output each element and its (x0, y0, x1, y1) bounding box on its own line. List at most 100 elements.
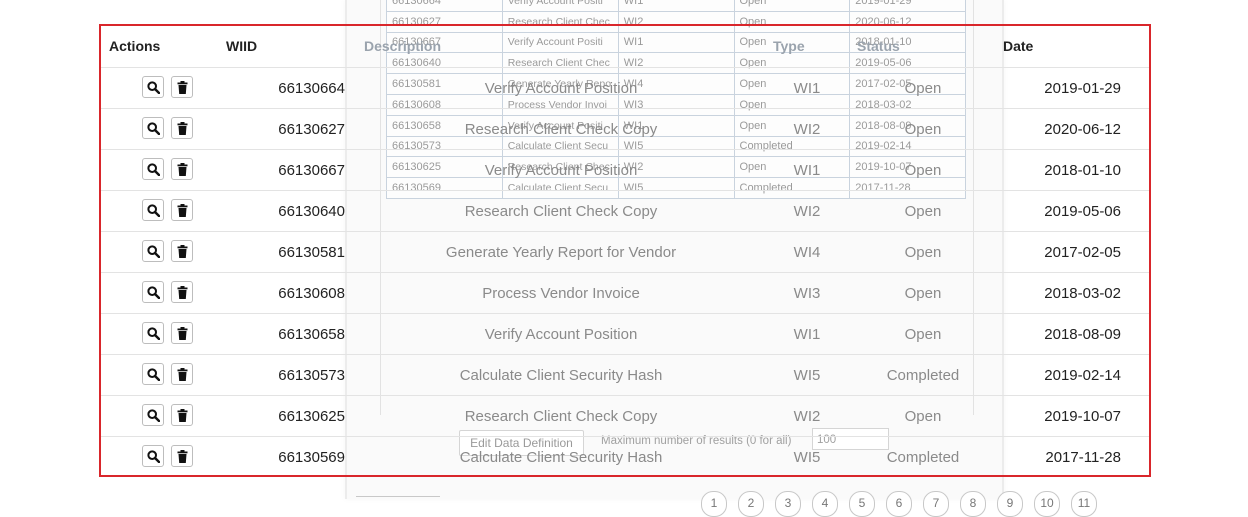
pager-page-button[interactable]: 6 (886, 491, 912, 517)
search-icon (146, 367, 160, 381)
table-row: 66130573 Calculate Client Security Hash WI… (101, 354, 1149, 395)
cell-type: WI1 (793, 326, 821, 343)
row-actions (109, 191, 221, 232)
search-icon (146, 408, 160, 422)
view-button[interactable] (142, 117, 164, 139)
cell-date: 2020-06-12 (1044, 121, 1121, 138)
cell-wiid: 66130658 (278, 326, 345, 343)
row-actions (109, 232, 221, 273)
row-actions (109, 68, 221, 109)
row-actions (109, 150, 221, 191)
cell-date: 2018-08-09 (1044, 326, 1121, 343)
header-description[interactable]: Description (364, 26, 764, 67)
view-button[interactable] (142, 240, 164, 262)
cell-wiid: 66130640 (278, 203, 345, 220)
pager-page-button[interactable]: 10 (1034, 491, 1060, 517)
delete-button[interactable] (171, 158, 193, 180)
cell-wiid: 66130569 (278, 449, 345, 466)
table-row: 66130581 Generate Yearly Report for Vendo… (101, 231, 1149, 272)
table-row: 66130627 Research Client Check Copy WI2 Ope… (101, 108, 1149, 149)
cell-description: Verify Account Position (484, 80, 638, 97)
table-row: 66130569 Calculate Client Security Hash WI… (101, 436, 1149, 477)
table-row: 66130667 Verify Account Position WI1 Open 20… (101, 149, 1149, 190)
cell-description: Generate Yearly Report for Vendor (445, 244, 677, 261)
cell-description: Calculate Client Security Hash (459, 449, 663, 466)
cell-description: Research Client Check Copy (464, 408, 658, 425)
cell-type: WI3 (793, 285, 821, 302)
table-row: 66130640 Research Client Check Copy WI2 Ope… (101, 190, 1149, 231)
view-button[interactable] (142, 404, 164, 426)
view-button[interactable] (142, 322, 164, 344)
mini-table-row: 66130664 Verify Account Positi WI1 Open 2019… (386, 0, 966, 12)
cell-description: Process Vendor Invoice (482, 285, 640, 302)
cell-date: 2018-01-10 (1044, 162, 1121, 179)
delete-button[interactable] (171, 363, 193, 385)
pager-page-button[interactable]: 4 (812, 491, 838, 517)
view-button[interactable] (142, 363, 164, 385)
search-icon (146, 326, 160, 340)
search-icon (146, 449, 160, 463)
header-actions: Actions (109, 38, 161, 54)
cell-type: WI5 (793, 367, 821, 384)
pager-page-button[interactable]: 5 (849, 491, 875, 517)
delete-button[interactable] (171, 281, 193, 303)
cell-status: Open (904, 244, 942, 261)
pager-page-button[interactable]: 8 (960, 491, 986, 517)
delete-button[interactable] (171, 240, 193, 262)
delete-button[interactable] (171, 117, 193, 139)
view-button[interactable] (142, 158, 164, 180)
cell-date: 2019-10-07 (1044, 408, 1121, 425)
view-button[interactable] (142, 76, 164, 98)
pagination: 1 2 3 4 5 6 7 8 9 10 11 (356, 486, 1156, 517)
delete-button[interactable] (171, 76, 193, 98)
pager-page-button[interactable]: 9 (997, 491, 1023, 517)
view-button[interactable] (142, 281, 164, 303)
trash-icon (177, 203, 188, 217)
pager-page-button[interactable]: 11 (1071, 491, 1097, 517)
pager-page-button[interactable]: 2 (738, 491, 764, 517)
cell-date: 2019-05-06 (1044, 203, 1121, 220)
pager-page-button[interactable]: 7 (923, 491, 949, 517)
cell-type: WI5 (793, 449, 821, 466)
table-row: 66130625 Research Client Check Copy WI2 Ope… (101, 395, 1149, 436)
row-actions (109, 437, 221, 478)
row-actions (109, 273, 221, 314)
search-icon (146, 162, 160, 176)
cell-type: WI2 (793, 121, 821, 138)
mini-cell-date: 2019-01-29 (849, 0, 966, 12)
table-row: 66130608 Process Vendor Invoice WI3 Open 201… (101, 272, 1149, 313)
cell-date: 2019-02-14 (1044, 367, 1121, 384)
cell-date: 2018-03-02 (1044, 285, 1121, 302)
cell-wiid: 66130625 (278, 408, 345, 425)
cell-status: Open (904, 121, 942, 138)
cell-status: Open (904, 203, 942, 220)
cell-wiid: 66130667 (278, 162, 345, 179)
cell-type: WI1 (793, 80, 821, 97)
row-actions (109, 109, 221, 150)
pager-page-button[interactable]: 1 (701, 491, 727, 517)
cell-description: Verify Account Position (484, 326, 638, 343)
delete-button[interactable] (171, 404, 193, 426)
cell-type: WI1 (793, 162, 821, 179)
delete-button[interactable] (171, 199, 193, 221)
trash-icon (177, 408, 188, 422)
trash-icon (177, 121, 188, 135)
cell-type: WI4 (793, 244, 821, 261)
view-button[interactable] (142, 199, 164, 221)
view-button[interactable] (142, 445, 164, 467)
cell-wiid: 66130581 (278, 244, 345, 261)
trash-icon (177, 285, 188, 299)
row-actions (109, 314, 221, 355)
cell-date: 2019-01-29 (1044, 80, 1121, 97)
header-wiid[interactable]: WIID (226, 26, 346, 67)
mini-cell-status: Open (733, 0, 851, 12)
table-row: 66130664 Verify Account Position WI1 Open 20… (101, 67, 1149, 108)
header-status[interactable]: Status (857, 26, 997, 67)
header-date[interactable]: Date (1003, 26, 1123, 67)
cell-status: Open (904, 285, 942, 302)
cell-status: Open (904, 162, 942, 179)
delete-button[interactable] (171, 322, 193, 344)
pager-page-button[interactable]: 3 (775, 491, 801, 517)
delete-button[interactable] (171, 445, 193, 467)
grid-header: Actions WIID Description Type Status Dat… (101, 26, 1149, 67)
